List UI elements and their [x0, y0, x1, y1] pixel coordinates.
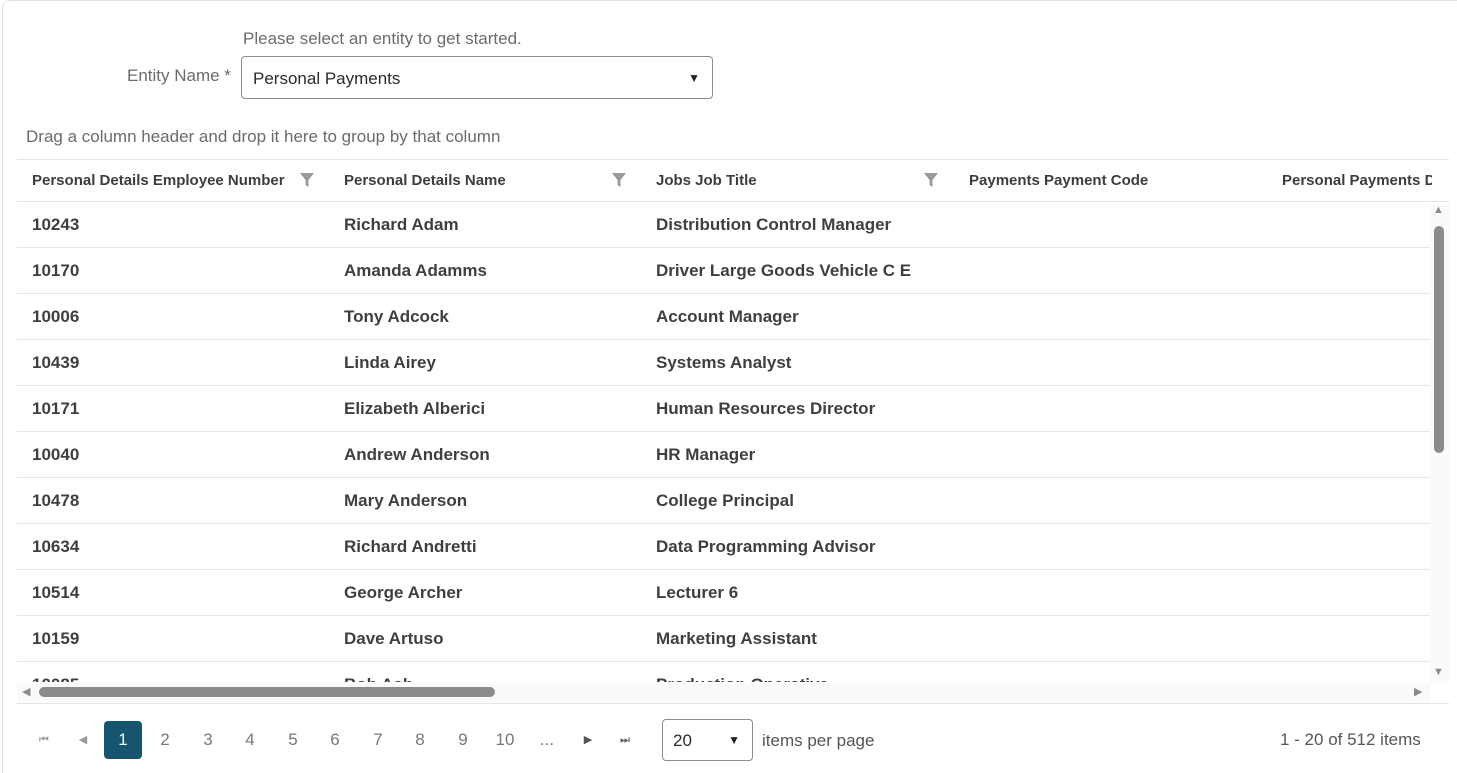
- page-button-9[interactable]: 9: [444, 721, 482, 759]
- page-button-10[interactable]: 10: [486, 721, 524, 759]
- entity-name-value: Personal Payments: [253, 69, 401, 88]
- table-row[interactable]: 10634 Richard Andretti Data Programming …: [17, 524, 1430, 570]
- horizontal-scroll-thumb[interactable]: [39, 687, 495, 697]
- cell-employee-number: 10159: [32, 629, 80, 648]
- column-header-name[interactable]: Personal Details Name: [344, 160, 604, 202]
- cell-job-title: Account Manager: [656, 307, 799, 326]
- select-entity-hint: Please select an entity to get started.: [243, 29, 522, 48]
- caret-down-icon[interactable]: ▼: [728, 733, 740, 747]
- entity-name-label: Entity Name *: [127, 66, 231, 85]
- data-grid: Personal Details Employee Number Persona…: [17, 159, 1449, 703]
- items-per-page-label: items per page: [762, 731, 875, 750]
- table-row[interactable]: 10040 Andrew Anderson HR Manager: [17, 432, 1430, 478]
- pager: ⏮ ◀ 1 2 3 4 5 6 7 8 9 10 ... ▶ ⏭ 20 ▼ it…: [17, 703, 1449, 773]
- table-row[interactable]: 10243 Richard Adam Distribution Control …: [17, 202, 1430, 248]
- column-header-job-title[interactable]: Jobs Job Title: [656, 160, 916, 202]
- page-button-1[interactable]: 1: [104, 721, 142, 759]
- page-size-dropdown[interactable]: 20 ▼: [662, 719, 753, 761]
- vertical-scroll-thumb[interactable]: [1434, 226, 1444, 453]
- table-row[interactable]: 10085 Bob Ash Production Operative: [17, 662, 1430, 682]
- cell-name: George Archer: [344, 583, 463, 602]
- filter-icon[interactable]: [923, 172, 939, 188]
- page-button-3[interactable]: 3: [189, 721, 227, 759]
- more-pages-button[interactable]: ...: [528, 721, 566, 759]
- cell-name: Andrew Anderson: [344, 445, 490, 464]
- cell-name: Tony Adcock: [344, 307, 449, 326]
- cell-employee-number: 10514: [32, 583, 80, 602]
- cell-job-title: Marketing Assistant: [656, 629, 817, 648]
- table-row[interactable]: 10159 Dave Artuso Marketing Assistant: [17, 616, 1430, 662]
- filter-icon[interactable]: [611, 172, 627, 188]
- cell-name: Bob Ash: [344, 662, 413, 682]
- cell-job-title: HR Manager: [656, 445, 756, 464]
- cell-employee-number: 10171: [32, 399, 80, 418]
- grid-body: 10243 Richard Adam Distribution Control …: [17, 202, 1430, 682]
- table-row[interactable]: 10170 Amanda Adamms Driver Large Goods V…: [17, 248, 1430, 294]
- page-button-6[interactable]: 6: [316, 721, 354, 759]
- table-row[interactable]: 10514 George Archer Lecturer 6: [17, 570, 1430, 616]
- cell-name: Richard Andretti: [344, 537, 477, 556]
- cell-name: Dave Artuso: [344, 629, 444, 648]
- cell-employee-number: 10085: [32, 662, 79, 682]
- column-header-payment-code[interactable]: Payments Payment Code: [969, 160, 1259, 202]
- table-row[interactable]: 10006 Tony Adcock Account Manager: [17, 294, 1430, 340]
- table-row[interactable]: 10171 Elizabeth Alberici Human Resources…: [17, 386, 1430, 432]
- grid-header: Personal Details Employee Number Persona…: [17, 159, 1449, 202]
- cell-job-title: College Principal: [656, 491, 794, 510]
- first-page-icon[interactable]: ⏮: [25, 721, 63, 759]
- cell-job-title: Systems Analyst: [656, 353, 792, 372]
- horizontal-scrollbar[interactable]: ◀ ▶: [17, 683, 1430, 702]
- page-button-7[interactable]: 7: [359, 721, 397, 759]
- last-page-icon[interactable]: ⏭: [606, 721, 644, 759]
- group-by-drop-panel[interactable]: Drag a column header and drop it here to…: [26, 127, 500, 147]
- scroll-right-icon[interactable]: ▶: [1414, 685, 1422, 698]
- cell-job-title: Data Programming Advisor: [656, 537, 876, 556]
- cell-name: Elizabeth Alberici: [344, 399, 486, 418]
- vertical-scrollbar[interactable]: ▲ ▼: [1430, 204, 1449, 683]
- cell-employee-number: 10040: [32, 445, 80, 464]
- cell-job-title: Driver Large Goods Vehicle C E: [656, 261, 912, 280]
- page-button-4[interactable]: 4: [231, 721, 269, 759]
- scroll-down-icon[interactable]: ▼: [1433, 666, 1444, 678]
- scroll-up-icon[interactable]: ▲: [1433, 204, 1444, 216]
- page-button-5[interactable]: 5: [274, 721, 312, 759]
- scroll-left-icon[interactable]: ◀: [22, 685, 30, 698]
- page-size-value: 20: [673, 731, 692, 750]
- filter-icon[interactable]: [299, 172, 315, 188]
- cell-job-title: Lecturer 6: [656, 583, 739, 602]
- cell-employee-number: 10006: [32, 307, 80, 326]
- table-row[interactable]: 10439 Linda Airey Systems Analyst: [17, 340, 1430, 386]
- page-button-8[interactable]: 8: [401, 721, 439, 759]
- table-row[interactable]: 10478 Mary Anderson College Principal: [17, 478, 1430, 524]
- cell-employee-number: 10243: [32, 215, 80, 234]
- cell-name: Amanda Adamms: [344, 261, 487, 280]
- caret-down-icon[interactable]: ▼: [688, 71, 700, 85]
- cell-name: Mary Anderson: [344, 491, 468, 510]
- cell-job-title: Human Resources Director: [656, 399, 876, 418]
- page-button-2[interactable]: 2: [146, 721, 184, 759]
- next-page-icon[interactable]: ▶: [569, 721, 607, 759]
- cell-employee-number: 10170: [32, 261, 80, 280]
- column-header-employee-number[interactable]: Personal Details Employee Number: [32, 160, 302, 202]
- pager-info: 1 - 20 of 512 items: [1280, 730, 1421, 749]
- entity-name-dropdown[interactable]: Personal Payments ▼: [241, 56, 713, 99]
- previous-page-icon[interactable]: ◀: [64, 721, 102, 759]
- cell-employee-number: 10478: [32, 491, 80, 510]
- cell-job-title: Distribution Control Manager: [656, 215, 892, 234]
- column-header-personal-payments[interactable]: Personal Payments D: [1282, 160, 1432, 202]
- cell-employee-number: 10439: [32, 353, 80, 372]
- cell-job-title: Production Operative: [656, 662, 829, 682]
- cell-employee-number: 10634: [32, 537, 80, 556]
- cell-name: Linda Airey: [344, 353, 436, 372]
- cell-name: Richard Adam: [344, 215, 459, 234]
